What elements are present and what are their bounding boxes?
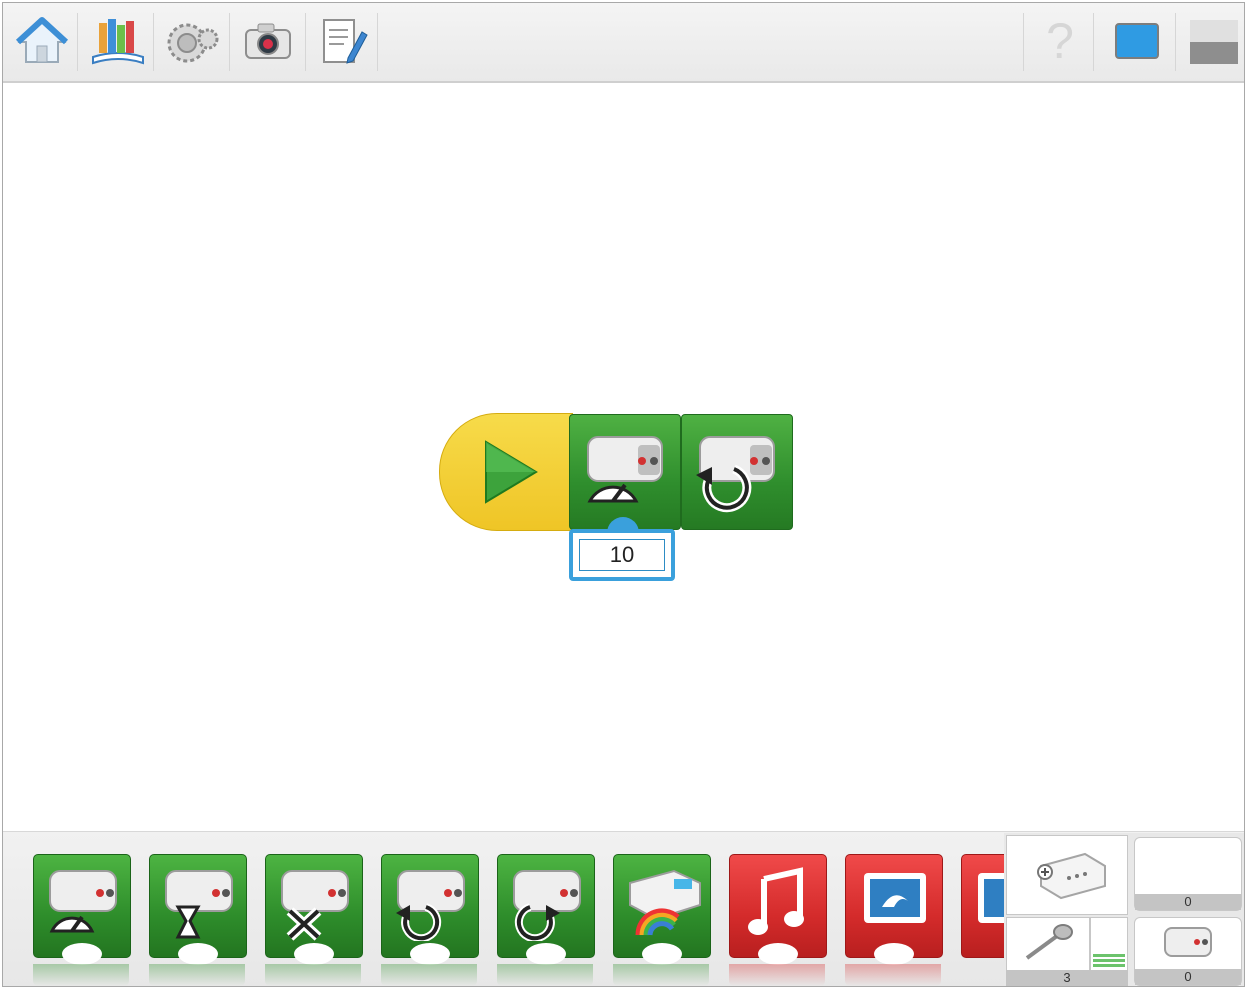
add-hub-icon bbox=[1037, 852, 1106, 900]
hourglass-icon bbox=[165, 870, 233, 939]
hub-count: 0 bbox=[1135, 894, 1241, 910]
lobby-books-icon[interactable] bbox=[87, 9, 149, 75]
motor-icon bbox=[1164, 927, 1212, 957]
palette-motor-power-block[interactable] bbox=[33, 854, 131, 965]
motor-slot[interactable]: 0 bbox=[1134, 917, 1242, 986]
music-note-icon bbox=[748, 867, 804, 935]
palette-hub-light-block[interactable] bbox=[613, 854, 711, 965]
palette-motor-direction-right-block[interactable] bbox=[497, 854, 595, 965]
motor-count: 0 bbox=[1135, 969, 1241, 985]
play-icon bbox=[485, 440, 538, 504]
sensor-count: 3 bbox=[1006, 970, 1128, 986]
motor-off-x-icon bbox=[281, 870, 349, 941]
display-image-icon bbox=[864, 873, 926, 923]
camera-icon[interactable] bbox=[237, 9, 299, 75]
motor-direction-block[interactable] bbox=[681, 414, 793, 530]
power-input[interactable]: 10 bbox=[569, 529, 675, 581]
top-toolbar: ? bbox=[3, 3, 1244, 83]
app-window: ? 10 0 3 0 bbox=[2, 2, 1245, 987]
programming-canvas[interactable]: 10 bbox=[3, 83, 1244, 831]
add-hub-button[interactable] bbox=[1006, 835, 1128, 915]
power-value[interactable]: 10 bbox=[579, 539, 665, 571]
hub-slot[interactable]: 0 bbox=[1134, 837, 1242, 911]
panel-toggle-icon[interactable] bbox=[1183, 9, 1244, 75]
palette-motor-off-block[interactable] bbox=[265, 854, 363, 965]
palette-motor-on-for-block[interactable] bbox=[149, 854, 247, 965]
palette-display-background-block[interactable] bbox=[845, 854, 943, 965]
hub-light-icon bbox=[629, 869, 701, 936]
device-panel: 0 3 0 bbox=[1004, 833, 1244, 986]
gears-icon[interactable] bbox=[161, 9, 223, 75]
motor-power-icon bbox=[49, 870, 117, 933]
motor-power-icon bbox=[587, 436, 663, 503]
document-pencil-icon[interactable] bbox=[311, 9, 373, 75]
home-icon[interactable] bbox=[11, 9, 73, 75]
svg-text:?: ? bbox=[1046, 14, 1074, 69]
motor-direction-icon bbox=[696, 436, 775, 513]
screen-icon[interactable] bbox=[1105, 9, 1167, 75]
palette-motor-direction-left-block[interactable] bbox=[381, 854, 479, 965]
rotate-left-icon bbox=[396, 870, 465, 941]
microphone-icon bbox=[1025, 924, 1073, 960]
motor-power-block[interactable] bbox=[569, 414, 681, 530]
rotate-right-icon bbox=[513, 870, 581, 941]
start-block[interactable] bbox=[439, 413, 573, 531]
help-icon[interactable]: ? bbox=[1029, 9, 1091, 75]
palette-play-sound-block[interactable] bbox=[729, 854, 827, 965]
